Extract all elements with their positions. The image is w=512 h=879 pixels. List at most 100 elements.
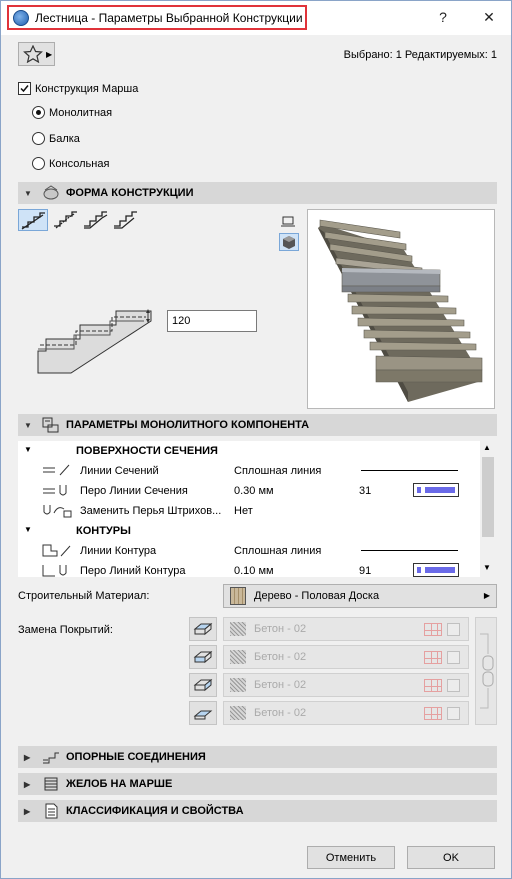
section-shape-header[interactable]: ▼ ФОРМА КОНСТРУКЦИИ	[18, 182, 497, 204]
shape-type-4-button[interactable]	[111, 209, 139, 231]
cube-3d-icon	[283, 236, 295, 249]
stair-shape-3-icon	[84, 211, 108, 229]
cover-top-button[interactable]	[189, 617, 217, 641]
cover-side-button[interactable]	[189, 645, 217, 669]
params-table: ▼ ПОВЕРХНОСТИ СЕЧЕНИЯ Линии Сечений Спло…	[18, 441, 496, 577]
radio-beam[interactable]	[32, 132, 45, 145]
replace-hatch-pens-icon	[43, 505, 72, 518]
structure-checkbox-label: Конструкция Марша	[35, 83, 139, 95]
section-monolithic-title: ПАРАМЕТРЫ МОНОЛИТНОГО КОМПОНЕНТА	[66, 419, 310, 431]
plan-view-icon	[281, 216, 295, 227]
texture-icon	[447, 623, 460, 636]
pen-color-swatch[interactable]	[413, 563, 459, 577]
solid-line-preview	[361, 470, 458, 471]
hatch-swatch	[230, 650, 246, 664]
scroll-down-icon[interactable]: ▼	[483, 563, 491, 572]
cover-value: Бетон - 02	[254, 707, 307, 719]
scroll-up-icon[interactable]: ▲	[483, 443, 491, 452]
section-pen-icon	[43, 485, 67, 496]
pen-number: 31	[359, 485, 372, 497]
material-selector[interactable]: Дерево - Половая Доска ▶	[223, 584, 497, 608]
thickness-input[interactable]: 120	[167, 310, 257, 332]
param-value[interactable]: Сплошная линия	[234, 465, 321, 477]
expand-arrow-icon: ▶	[24, 779, 31, 789]
shape-type-1-button[interactable]	[18, 209, 48, 231]
shape-type-2-button[interactable]	[51, 209, 79, 231]
chain-link-icon	[480, 633, 494, 709]
section-support-title: ОПОРНЫЕ СОЕДИНЕНИЯ	[66, 751, 206, 763]
contour-pen-icon	[42, 565, 67, 577]
cover-row[interactable]: Бетон - 02	[223, 701, 469, 725]
view-3d-toggle[interactable]	[279, 233, 299, 251]
title-highlight: Лестница - Параметры Выбранной Конструкц…	[7, 5, 307, 30]
radio-monolithic-label: Монолитная	[49, 107, 113, 119]
section-support-header[interactable]: ▶ ОПОРНЫЕ СОЕДИНЕНИЯ	[18, 746, 497, 768]
app-icon	[13, 9, 29, 26]
expand-arrow-icon: ▶	[24, 806, 31, 816]
param-name: Линии Сечений	[80, 465, 159, 477]
grid-icon	[424, 651, 442, 664]
favorites-button[interactable]: ▶	[18, 42, 55, 66]
view-2d-toggle[interactable]	[279, 214, 297, 230]
cover-value: Бетон - 02	[254, 623, 307, 635]
param-value[interactable]: Нет	[234, 505, 253, 517]
section-gutter-header[interactable]: ▶ ЖЕЛОБ НА МАРШЕ	[18, 773, 497, 795]
radio-beam-label: Балка	[49, 133, 80, 145]
radio-cantilever-label: Консольная	[49, 158, 110, 170]
hatch-swatch	[230, 706, 246, 720]
expand-arrow-icon: ▶	[24, 752, 31, 762]
cover-row[interactable]: Бетон - 02	[223, 673, 469, 697]
stair-shape-4-icon	[114, 211, 137, 229]
arrow-right-icon: ▶	[46, 49, 53, 59]
table-scrollbar[interactable]: ▲ ▼	[480, 441, 496, 577]
material-value: Дерево - Половая Доска	[254, 590, 380, 602]
param-value[interactable]: 0.30 мм	[234, 485, 274, 497]
wood-material-icon	[230, 587, 246, 605]
cover-front-button[interactable]	[189, 673, 217, 697]
arrow-right-icon: ▶	[483, 591, 490, 600]
group-collapse-icon[interactable]: ▼	[24, 445, 32, 454]
covers-label: Замена Покрытий:	[18, 624, 113, 636]
component-params-icon	[42, 417, 60, 433]
close-button[interactable]: ✕	[479, 9, 499, 26]
group-collapse-icon[interactable]: ▼	[24, 525, 32, 534]
window-title: Лестница - Параметры Выбранной Конструкц…	[35, 10, 303, 25]
group-title: КОНТУРЫ	[76, 525, 131, 537]
stair-section-diagram	[37, 309, 152, 374]
param-name: Перо Линии Сечения	[80, 485, 188, 497]
cover-bottom-button[interactable]	[189, 701, 217, 725]
hatch-swatch	[230, 622, 246, 636]
param-value[interactable]: Сплошная линия	[234, 545, 321, 557]
support-connection-icon	[42, 749, 60, 765]
surface-side-icon	[193, 650, 213, 664]
help-button[interactable]: ?	[433, 9, 453, 25]
link-covers-toggle[interactable]	[475, 617, 497, 725]
stair-shape-2-icon	[54, 211, 77, 229]
document-icon	[42, 803, 60, 819]
scroll-thumb[interactable]	[482, 457, 494, 537]
radio-monolithic[interactable]	[32, 106, 45, 119]
cover-row[interactable]: Бетон - 02	[223, 645, 469, 669]
surface-top-icon	[193, 622, 213, 636]
cancel-button[interactable]: Отменить	[307, 846, 395, 869]
stair-shape-1-icon	[21, 212, 45, 230]
collapse-arrow-icon: ▼	[24, 420, 32, 430]
section-classification-header[interactable]: ▶ КЛАССИФИКАЦИЯ И СВОЙСТВА	[18, 800, 497, 822]
section-monolithic-header[interactable]: ▼ ПАРАМЕТРЫ МОНОЛИТНОГО КОМПОНЕНТА	[18, 414, 497, 436]
param-value[interactable]: 0.10 мм	[234, 565, 274, 577]
stair-3d-preview[interactable]	[307, 209, 495, 409]
dialog-window: Лестница - Параметры Выбранной Конструкц…	[0, 0, 512, 879]
section-line-icon	[43, 464, 70, 476]
hatch-swatch	[230, 678, 246, 692]
radio-cantilever[interactable]	[32, 157, 45, 170]
cover-row[interactable]: Бетон - 02	[223, 617, 469, 641]
stair-3d-render	[318, 219, 483, 402]
pen-color-swatch[interactable]	[413, 483, 459, 497]
solid-line-preview	[361, 550, 458, 551]
texture-icon	[447, 651, 460, 664]
ok-button[interactable]: OK	[407, 846, 495, 869]
cover-value: Бетон - 02	[254, 651, 307, 663]
structure-checkbox[interactable]	[18, 82, 31, 95]
shape-type-3-button[interactable]	[81, 209, 109, 231]
pen-number: 91	[359, 565, 372, 577]
